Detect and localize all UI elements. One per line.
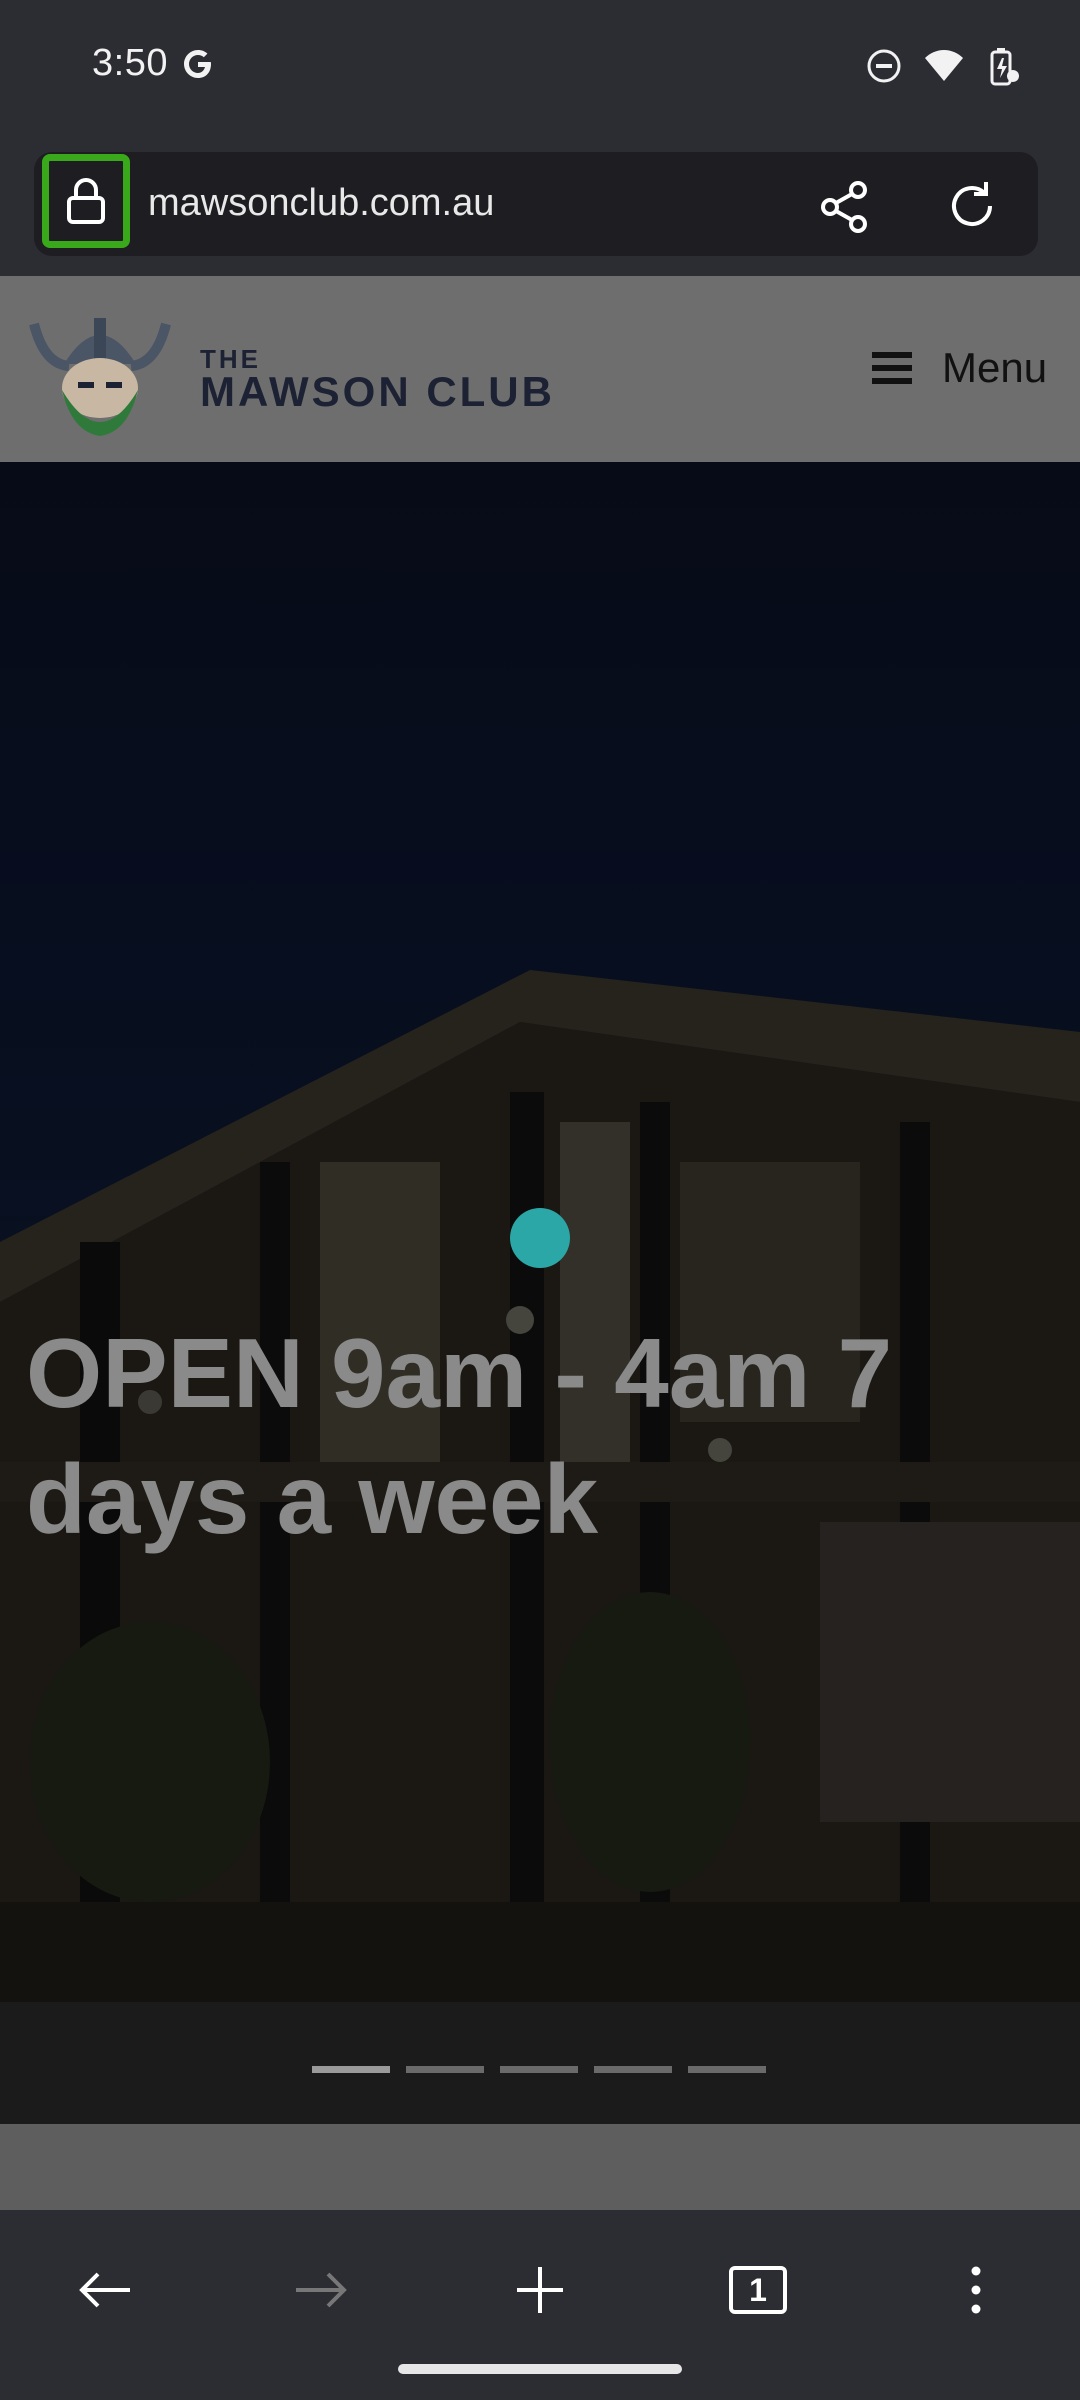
site-header: THE MAWSON CLUB Menu: [0, 276, 1080, 462]
home-indicator[interactable]: [398, 2364, 682, 2374]
carousel-indicators: [312, 2066, 766, 2073]
back-arrow-icon: [79, 2272, 130, 2308]
url-text[interactable]: mawsonclub.com.au: [148, 182, 494, 225]
carousel-dot[interactable]: [406, 2066, 484, 2073]
forward-button[interactable]: [282, 2250, 362, 2330]
carousel-dot[interactable]: [688, 2066, 766, 2073]
hero-overlay: [0, 462, 1080, 2124]
site-info-button[interactable]: [42, 154, 130, 248]
tabs-switcher-icon: 1: [729, 2266, 787, 2314]
status-bar: 3:50: [0, 0, 1080, 140]
forward-arrow-icon: [296, 2272, 347, 2308]
new-tab-button[interactable]: [500, 2250, 580, 2330]
carousel-dot[interactable]: [500, 2066, 578, 2073]
page-content-strip: [0, 2124, 1080, 2210]
tab-count: 1: [749, 2271, 767, 2308]
back-button[interactable]: [64, 2250, 144, 2330]
battery-charging-icon: [990, 48, 1019, 86]
tabs-switcher-button[interactable]: 1: [718, 2250, 798, 2330]
menu-label: Menu: [942, 344, 1048, 391]
google-g-icon: [184, 50, 211, 78]
lock-icon: [67, 178, 105, 224]
carousel-dot[interactable]: [312, 2066, 390, 2073]
address-bar[interactable]: mawsonclub.com.au: [34, 152, 1038, 256]
hamburger-icon: [872, 352, 912, 384]
more-menu-button[interactable]: [936, 2250, 1016, 2330]
viking-logo-icon[interactable]: [24, 304, 176, 438]
menu-button[interactable]: Menu: [870, 338, 1047, 398]
reload-icon[interactable]: [944, 178, 1000, 234]
new-tab-plus-icon: [517, 2267, 563, 2313]
touch-indicator: [510, 1208, 570, 1268]
more-vert-icon: [971, 2266, 981, 2314]
status-icons: [866, 46, 1020, 86]
share-icon[interactable]: [818, 180, 872, 234]
hero-carousel[interactable]: OPEN 9am - 4am 7 days a week: [0, 462, 1080, 2124]
browser-bottom-toolbar: 1: [0, 2210, 1080, 2400]
status-time: 3:50: [92, 42, 168, 84]
hero-title: OPEN 9am - 4am 7 days a week: [26, 1318, 893, 1554]
carousel-dot[interactable]: [594, 2066, 672, 2073]
logo-text-name: MAWSON CLUB: [200, 368, 555, 415]
do-not-disturb-icon: [867, 49, 901, 83]
wifi-icon: [925, 50, 963, 81]
